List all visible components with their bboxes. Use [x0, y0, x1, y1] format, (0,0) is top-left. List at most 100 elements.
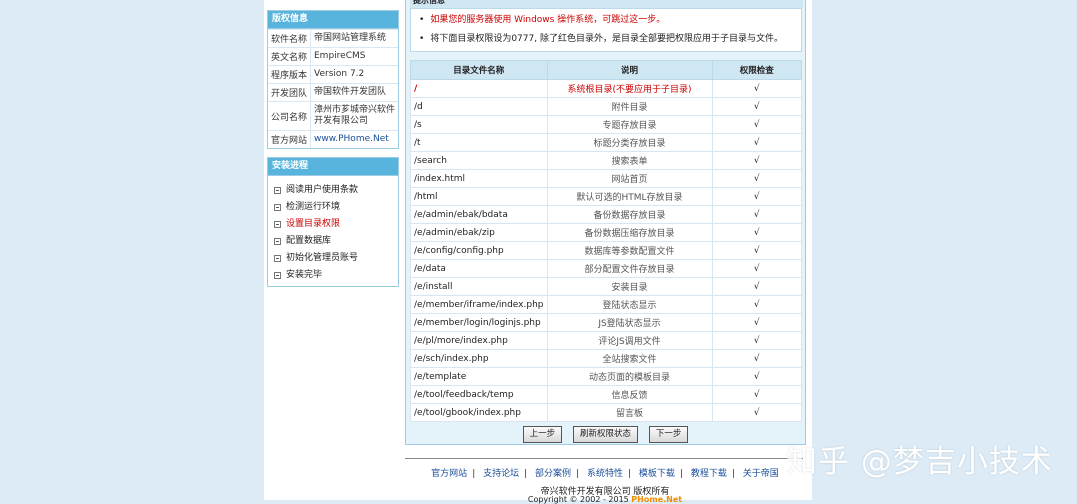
- dir-path: /e/tool/gbook/index.php: [410, 403, 548, 422]
- dir-path: /html: [410, 187, 548, 206]
- dir-desc: 网站首页: [546, 169, 713, 188]
- prev-step-button[interactable]: 上一步: [522, 426, 563, 443]
- check-mark: √: [711, 97, 802, 116]
- footer-link-official-site[interactable]: 官方网站: [431, 469, 467, 479]
- notice-box: 如果您的服务器使用 Windows 操作系统，可跳过这一步。 将下面目录权限设为…: [410, 8, 802, 52]
- check-mark: √: [711, 169, 802, 188]
- dir-desc: 附件目录: [546, 97, 713, 116]
- notice-windows-line: 如果您的服务器使用 Windows 操作系统，可跳过这一步。: [419, 13, 665, 27]
- info-key: 开发团队: [268, 83, 311, 102]
- dir-desc: 专题存放目录: [546, 115, 713, 134]
- check-mark: √: [711, 349, 802, 368]
- refresh-permission-button[interactable]: 刷新权限状态: [572, 426, 638, 443]
- check-mark: √: [711, 205, 802, 224]
- dir-desc: 搜索表单: [546, 151, 713, 170]
- dir-path: /e/sch/index.php: [410, 349, 548, 368]
- footer-separator: |: [628, 469, 632, 479]
- dir-desc: 部分配置文件存放目录: [546, 259, 713, 278]
- check-mark: √: [711, 187, 802, 206]
- permission-check-area: 提示信息 如果您的服务器使用 Windows 操作系统，可跳过这一步。 将下面目…: [405, 0, 806, 445]
- dir-desc: 动态页面的模板目录: [546, 367, 713, 386]
- info-row-team: 开发团队 帝国软件开发团队: [268, 83, 398, 102]
- check-mark: √: [711, 241, 802, 260]
- dir-desc: 备份数据压缩存放目录: [546, 223, 713, 242]
- table-row: /e/data 部分配置文件存放目录 √: [410, 259, 802, 278]
- dir-desc: 标题分类存放目录: [546, 133, 713, 152]
- collapse-box-icon: [274, 221, 281, 228]
- step-label: 配置数据库: [286, 236, 332, 246]
- installer-page: 版权信息 软件名称 帝国网站管理系统 英文名称 EmpireCMS 程序版本 V…: [264, 0, 812, 504]
- info-key: 公司名称: [268, 101, 311, 131]
- step-label: 阅读用户使用条款: [286, 185, 359, 195]
- step-read-terms: 阅读用户使用条款: [274, 182, 398, 199]
- table-row: /s 专题存放目录 √: [410, 115, 802, 134]
- collapse-box-icon: [274, 272, 281, 279]
- table-row: /search 搜索表单 √: [410, 151, 802, 170]
- footer-separator: |: [679, 469, 683, 479]
- dir-desc: 数据库等参数配置文件: [546, 241, 713, 260]
- footer-link-cases[interactable]: 部分案例: [535, 469, 571, 479]
- check-mark: √: [711, 133, 802, 152]
- dir-desc: 系统根目录(不要应用于子目录): [546, 79, 713, 98]
- table-row: /t 标题分类存放目录 √: [410, 133, 802, 152]
- check-mark: √: [711, 367, 802, 386]
- dir-desc: 默认可选的HTML存放目录: [546, 187, 713, 206]
- dir-desc: JS登陆状态显示: [546, 313, 713, 332]
- install-progress-panel: 安装进程 阅读用户使用条款 检测运行环境 设置目录权限 配置数据库 初始化管理员…: [267, 157, 399, 287]
- step-init-admin: 初始化管理员账号: [274, 250, 398, 267]
- footer-link-forum[interactable]: 支持论坛: [483, 469, 519, 479]
- info-value: 漳州市芗城帝兴软件开发有限公司: [310, 101, 398, 131]
- dir-path: /: [410, 79, 548, 98]
- check-mark: √: [711, 403, 802, 422]
- table-row: /html 默认可选的HTML存放目录 √: [410, 187, 802, 206]
- dir-path: /e/tool/feedback/temp: [410, 385, 548, 404]
- official-website-link[interactable]: www.PHome.Net: [310, 130, 398, 148]
- info-row-english-name: 英文名称 EmpireCMS: [268, 47, 398, 66]
- footer-separator: |: [731, 469, 735, 479]
- check-mark: √: [711, 259, 802, 278]
- table-row: / 系统根目录(不要应用于子目录) √: [410, 79, 802, 98]
- check-mark: √: [711, 313, 802, 332]
- dir-path: /d: [410, 97, 548, 116]
- footer-separator: |: [576, 469, 580, 479]
- footer-link-features[interactable]: 系统特性: [587, 469, 623, 479]
- install-progress-title: 安装进程: [268, 158, 398, 176]
- footer-link-tutorials[interactable]: 教程下载: [691, 469, 727, 479]
- info-key: 官方网站: [268, 130, 311, 148]
- table-row: /e/member/iframe/index.php 登陆状态显示 √: [410, 295, 802, 314]
- table-row: /e/install 安装目录 √: [410, 277, 802, 296]
- dir-path: /e/member/iframe/index.php: [410, 295, 548, 314]
- dir-desc: 全站搜索文件: [546, 349, 713, 368]
- col-header-path: 目录文件名称: [410, 60, 548, 80]
- footer-separator: |: [472, 469, 476, 479]
- table-row: /e/member/login/loginjs.php JS登陆状态显示 √: [410, 313, 802, 332]
- dir-desc: 安装目录: [546, 277, 713, 296]
- install-steps-list: 阅读用户使用条款 检测运行环境 设置目录权限 配置数据库 初始化管理员账号 安装…: [268, 176, 398, 288]
- notice-title: 提示信息: [410, 0, 803, 8]
- step-set-permissions: 设置目录权限: [274, 216, 398, 233]
- info-value: 帝国网站管理系统: [310, 29, 398, 48]
- step-label: 检测运行环境: [286, 202, 341, 212]
- info-row-company: 公司名称 漳州市芗城帝兴软件开发有限公司: [268, 101, 398, 131]
- step-label: 安装完毕: [286, 270, 323, 280]
- footer-link-about[interactable]: 关于帝国: [743, 469, 779, 479]
- check-mark: √: [711, 223, 802, 242]
- step-button-bar: 上一步 刷新权限状态 下一步: [406, 426, 805, 443]
- copyright-panel-title: 版权信息: [268, 11, 398, 29]
- check-mark: √: [711, 295, 802, 314]
- step-label: 初始化管理员账号: [286, 253, 359, 263]
- info-row-software: 软件名称 帝国网站管理系统: [268, 29, 398, 48]
- dir-path: /e/template: [410, 367, 548, 386]
- table-row: /e/sch/index.php 全站搜索文件 √: [410, 349, 802, 368]
- footer-links: 官方网站 | 支持论坛 | 部分案例 | 系统特性 | 模板下载 | 教程下载 | 关于帝国: [405, 466, 805, 479]
- table-row: /index.html 网站首页 √: [410, 169, 802, 188]
- collapse-box-icon: [274, 238, 281, 245]
- check-mark: √: [711, 277, 802, 296]
- next-step-button[interactable]: 下一步: [648, 426, 689, 443]
- dir-desc: 评论JS调用文件: [546, 331, 713, 350]
- info-key: 程序版本: [268, 65, 311, 84]
- step-label: 设置目录权限: [286, 219, 341, 229]
- footer-link-templates[interactable]: 模板下载: [639, 469, 675, 479]
- dir-path: /s: [410, 115, 548, 134]
- collapse-box-icon: [274, 204, 281, 211]
